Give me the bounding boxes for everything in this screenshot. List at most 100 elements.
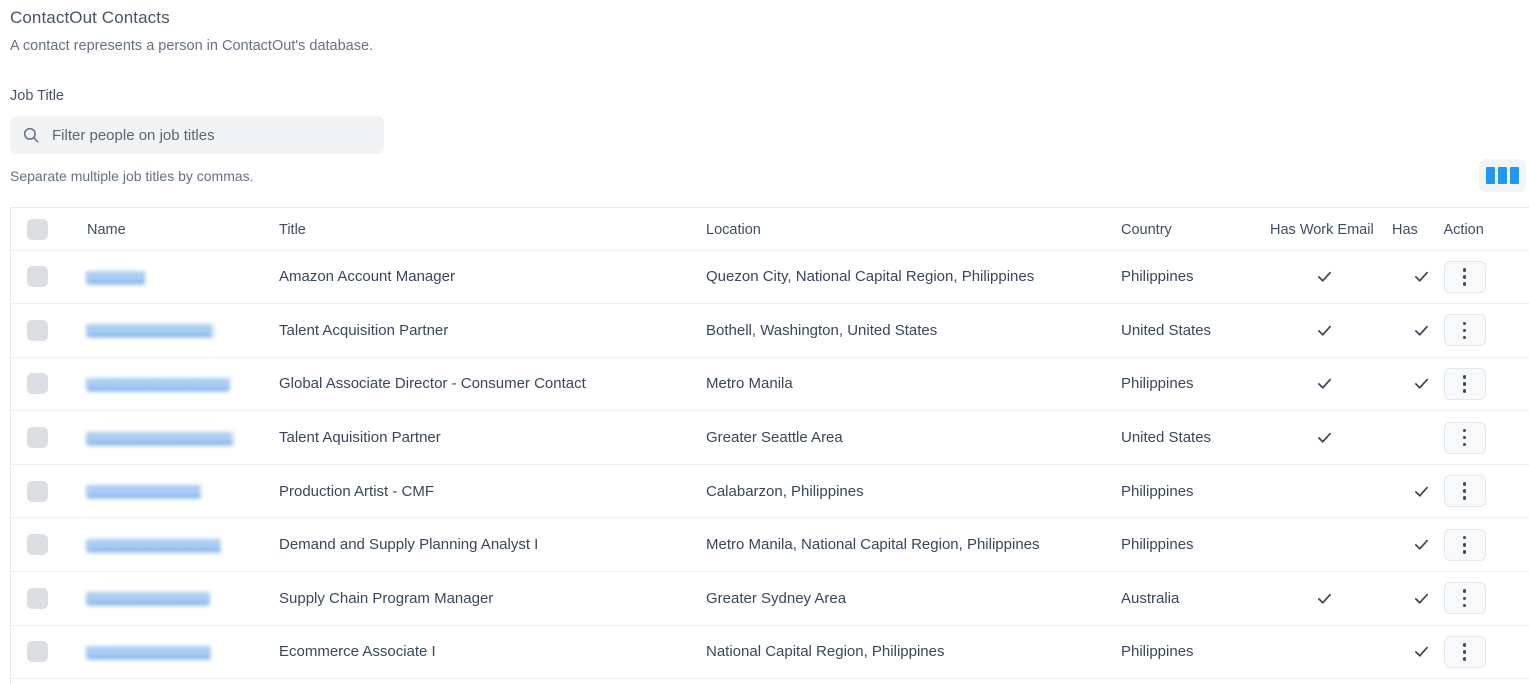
contact-location-cell: Metro Manila, National Capital Region, P… <box>692 517 1107 573</box>
contact-title-cell: Talent Acquisition Partner <box>265 303 692 358</box>
contact-name-redacted[interactable] <box>87 270 145 284</box>
table-row[interactable]: Supply Chain Program Manager Greater Sydn… <box>11 571 1529 626</box>
row-action-cell <box>1428 410 1529 465</box>
row-checkbox[interactable] <box>27 641 48 663</box>
table-header-row: Name Title Location Country Has Work Ema… <box>11 208 1529 251</box>
kebab-menu-icon-dot <box>1462 589 1467 594</box>
contact-country-cell: United States <box>1107 410 1256 465</box>
row-action-menu-button[interactable] <box>1443 582 1486 615</box>
contact-country-cell: Philippines <box>1107 250 1256 305</box>
has-work-email-cell <box>1256 250 1392 305</box>
row-action-menu-button[interactable] <box>1443 475 1486 508</box>
check-icon <box>1256 429 1392 446</box>
contacts-table-scroll-container[interactable]: Name Title Location Country Has Work Ema… <box>10 207 1529 684</box>
columns-icon-bar <box>1510 167 1519 184</box>
kebab-menu-icon-dot <box>1462 542 1467 547</box>
job-title-search-field[interactable] <box>10 116 384 154</box>
contact-name-cell[interactable] <box>73 517 265 573</box>
contact-location-cell: Greater Sydney Area <box>692 571 1107 626</box>
row-checkbox[interactable] <box>27 319 48 341</box>
job-title-search-input[interactable] <box>50 125 372 145</box>
kebab-menu-icon-dot <box>1462 596 1467 601</box>
column-header-title[interactable]: Title <box>265 208 692 251</box>
contact-name-cell[interactable] <box>73 357 265 412</box>
kebab-menu-icon-dot <box>1462 482 1467 486</box>
table-row[interactable]: Talent Aquisition Partner Greater Seattle… <box>11 410 1529 465</box>
table-row[interactable]: Talent Acquisition Partner Bothell, Washi… <box>11 303 1529 358</box>
column-header-select <box>11 208 73 251</box>
kebab-menu-icon-dot <box>1462 535 1467 540</box>
contact-name-redacted[interactable] <box>87 538 221 552</box>
row-action-menu-button[interactable] <box>1443 260 1486 293</box>
check-icon <box>1256 322 1392 339</box>
row-action-cell <box>1428 571 1529 626</box>
kebab-menu-icon-dot <box>1462 603 1467 608</box>
kebab-menu-icon-dot <box>1462 275 1467 279</box>
table-row[interactable]: Global Associate Director - Consumer Con… <box>11 357 1529 412</box>
select-all-checkbox[interactable] <box>27 219 48 241</box>
kebab-menu-icon-dot <box>1462 489 1467 493</box>
contact-name-cell[interactable] <box>73 303 265 358</box>
columns-icon-bar <box>1486 167 1495 184</box>
row-action-cell <box>1428 625 1529 680</box>
contact-name-cell[interactable] <box>73 464 265 519</box>
row-action-menu-button[interactable] <box>1443 314 1486 347</box>
kebab-menu-icon-dot <box>1462 375 1467 379</box>
contact-location-cell: Metro Manila <box>692 357 1107 412</box>
row-checkbox[interactable] <box>27 480 48 502</box>
row-action-menu-button[interactable] <box>1443 635 1486 668</box>
row-action-menu-button[interactable] <box>1443 367 1486 400</box>
contact-name-redacted[interactable] <box>87 645 211 659</box>
contact-title-cell: Amazon Account Manager <box>265 250 692 305</box>
contacts-page: ContactOut Contacts A contact represents… <box>0 0 1529 684</box>
kebab-menu-icon-dot <box>1462 282 1467 286</box>
contact-title-cell: Talent Aquisition Partner <box>265 410 692 465</box>
contact-title-cell: Demand and Supply Planning Analyst I <box>265 517 692 573</box>
kebab-menu-icon-dot <box>1462 442 1467 447</box>
row-checkbox[interactable] <box>27 373 48 395</box>
kebab-menu-icon-dot <box>1462 328 1467 333</box>
row-action-menu-button[interactable] <box>1443 421 1486 454</box>
column-header-country[interactable]: Country <box>1107 208 1256 251</box>
has-work-email-cell <box>1256 410 1392 465</box>
kebab-menu-icon-dot <box>1462 657 1467 661</box>
contact-location-cell: Calabarzon, Philippines <box>692 464 1107 519</box>
contact-name-cell[interactable] <box>73 410 265 465</box>
contact-name-redacted[interactable] <box>87 324 213 338</box>
contact-name-redacted[interactable] <box>87 485 201 499</box>
contact-name-redacted[interactable] <box>87 592 209 606</box>
row-select-cell <box>11 303 73 358</box>
contact-location-cell: Quezon City, National Capital Region, Ph… <box>692 250 1107 305</box>
contact-name-redacted[interactable] <box>87 431 233 445</box>
row-select-cell <box>11 250 73 305</box>
row-checkbox[interactable] <box>27 534 48 556</box>
search-icon <box>22 126 40 144</box>
contact-country-cell: Australia <box>1107 571 1256 626</box>
contact-name-redacted[interactable] <box>87 378 229 392</box>
row-checkbox[interactable] <box>27 266 48 288</box>
has-work-email-cell <box>1256 303 1392 358</box>
kebab-menu-icon-dot <box>1462 267 1467 272</box>
row-action-menu-button[interactable] <box>1443 528 1486 561</box>
column-header-has-work-email[interactable]: Has Work Email <box>1256 208 1392 251</box>
row-checkbox[interactable] <box>27 427 48 449</box>
column-picker-button[interactable] <box>1479 159 1526 192</box>
contact-title-cell: Ecommerce Associate I <box>265 625 692 680</box>
row-select-cell <box>11 464 73 519</box>
contact-name-cell[interactable] <box>73 571 265 626</box>
contact-name-cell[interactable] <box>73 250 265 305</box>
table-row[interactable]: Production Artist - CMF Calabarzon, Phili… <box>11 464 1529 519</box>
job-title-filter-hint: Separate multiple job titles by commas. <box>10 168 254 184</box>
kebab-menu-icon-dot <box>1462 550 1467 554</box>
column-header-location[interactable]: Location <box>692 208 1107 251</box>
table-row[interactable]: Amazon Account Manager Quezon City, Natio… <box>11 250 1529 305</box>
check-icon <box>1256 590 1392 607</box>
contact-title-cell: Supply Chain Program Manager <box>265 571 692 626</box>
row-select-cell <box>11 571 73 626</box>
contact-name-cell[interactable] <box>73 625 265 680</box>
table-row[interactable]: Ecommerce Associate I National Capital Re… <box>11 625 1529 680</box>
column-header-name[interactable]: Name <box>73 208 265 251</box>
table-row[interactable]: Demand and Supply Planning Analyst I Metr… <box>11 517 1529 573</box>
row-select-cell <box>11 517 73 573</box>
row-checkbox[interactable] <box>27 587 48 609</box>
